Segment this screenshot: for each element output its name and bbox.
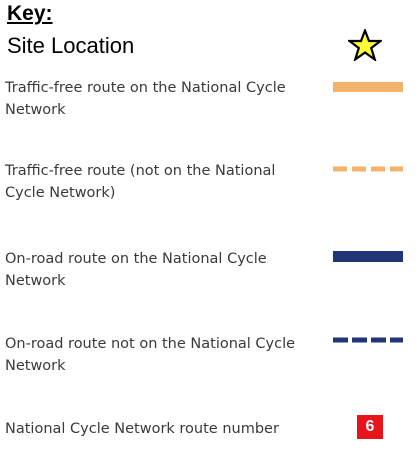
dashed-blue-line-symbol <box>333 337 403 343</box>
legend-item-on-road-non-ncn-label: On-road route not on the National Cycle … <box>5 336 296 374</box>
solid-blue-line-symbol <box>333 251 403 262</box>
dashed-orange-line-symbol <box>333 166 403 172</box>
legend-item-route-number-label: National Cycle Network route number <box>5 421 279 437</box>
solid-orange-line-symbol <box>333 82 403 92</box>
route-number-badge: 6 <box>357 415 383 439</box>
map-legend: Key: Site Location Traffic-free route on… <box>0 0 419 458</box>
legend-item-traffic-free-non-ncn-label: Traffic-free route (not on the National … <box>5 163 276 201</box>
legend-title: Key: <box>7 2 53 25</box>
site-location-label: Site Location <box>7 33 135 58</box>
legend-item-on-road-ncn-label: On-road route on the National Cycle Netw… <box>5 251 267 289</box>
legend-item-traffic-free-ncn-label: Traffic-free route on the National Cycle… <box>5 80 286 118</box>
star-icon <box>348 29 382 61</box>
